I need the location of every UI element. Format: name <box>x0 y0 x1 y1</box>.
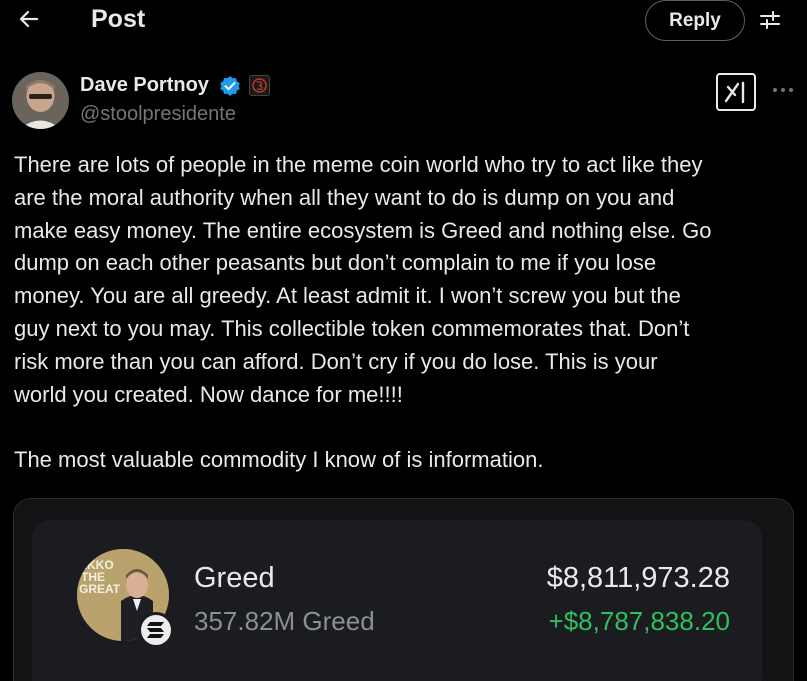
token-image-line: GREAT <box>79 582 121 596</box>
token-change: +$8,787,838.20 <box>548 606 730 636</box>
back-button[interactable] <box>14 4 44 34</box>
post-line: dump on each other peasants but don’t co… <box>14 250 657 276</box>
post-line: make easy money. The entire ecosystem is… <box>14 217 712 243</box>
page-title: Post <box>91 5 146 33</box>
post-text: There are lots of people in the meme coi… <box>14 149 799 477</box>
post-line: There are lots of people in the meme coi… <box>14 152 703 177</box>
solana-chain-badge <box>138 612 174 648</box>
post-line: guy next to you may. This collectible to… <box>14 315 690 341</box>
author-name[interactable]: Dave Portnoy <box>80 72 209 98</box>
grok-icon <box>724 81 745 104</box>
post-line: are the moral authority when all they wa… <box>14 184 675 210</box>
token-value: $8,811,973.28 <box>546 562 730 594</box>
post-line: world you created. Now dance for me!!!! <box>14 381 403 407</box>
affiliate-badge-icon[interactable] <box>249 75 270 96</box>
solana-icon <box>147 622 164 638</box>
top-bar: Post Reply <box>0 0 807 41</box>
arrow-left-icon <box>19 10 39 28</box>
reply-button[interactable]: Reply <box>645 0 745 41</box>
token-amount: 357.82M Greed <box>194 606 375 636</box>
adjust-button[interactable] <box>756 6 784 34</box>
post-line: risk more than you can afford. Don’t cry… <box>14 348 658 374</box>
more-horizontal-icon <box>773 88 793 92</box>
post-line: The most valuable commodity I know of is… <box>14 447 544 473</box>
grok-button[interactable] <box>716 73 756 111</box>
sliders-icon <box>760 11 780 29</box>
author-avatar[interactable] <box>12 72 69 129</box>
author-handle[interactable]: @stoolpresidente <box>80 101 236 127</box>
verified-badge-icon <box>219 75 241 97</box>
post-line: money. You are all greedy. At least admi… <box>14 283 681 309</box>
more-options-button[interactable] <box>770 80 796 100</box>
post-page: Post Reply Dave Portnoy @stoolpresidente… <box>0 0 807 681</box>
token-name: Greed <box>194 562 275 594</box>
